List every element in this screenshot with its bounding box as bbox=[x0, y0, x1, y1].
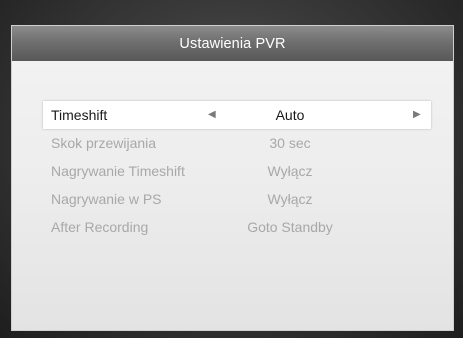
setting-row-timeshift[interactable]: Timeshift ◀ Auto ▶ bbox=[43, 101, 431, 129]
setting-row-nagrywanie-timeshift[interactable]: Nagrywanie Timeshift Wyłącz bbox=[43, 157, 431, 185]
pvr-settings-dialog: Ustawienia PVR Timeshift ◀ Auto ▶ Skok p… bbox=[11, 25, 454, 331]
setting-value: Wyłącz bbox=[267, 163, 313, 179]
dialog-title: Ustawienia PVR bbox=[12, 26, 453, 61]
setting-value: Wyłącz bbox=[267, 191, 313, 207]
setting-row-after-recording[interactable]: After Recording Goto Standby bbox=[43, 213, 431, 241]
setting-label: Nagrywanie Timeshift bbox=[51, 163, 185, 179]
setting-label: Skok przewijania bbox=[51, 135, 157, 151]
setting-label: Nagrywanie w PS bbox=[51, 191, 162, 207]
setting-label: After Recording bbox=[51, 219, 149, 235]
left-arrow-icon[interactable]: ◀ bbox=[208, 109, 216, 120]
setting-value: Auto bbox=[275, 107, 305, 123]
settings-list: Timeshift ◀ Auto ▶ Skok przewijania 30 s… bbox=[12, 61, 453, 241]
setting-row-skok-przewijania[interactable]: Skok przewijania 30 sec bbox=[43, 129, 431, 157]
setting-value: Goto Standby bbox=[247, 219, 333, 235]
setting-row-nagrywanie-w-ps[interactable]: Nagrywanie w PS Wyłącz bbox=[43, 185, 431, 213]
setting-label: Timeshift bbox=[51, 107, 108, 123]
setting-value: 30 sec bbox=[269, 135, 311, 151]
right-arrow-icon[interactable]: ▶ bbox=[413, 109, 421, 120]
